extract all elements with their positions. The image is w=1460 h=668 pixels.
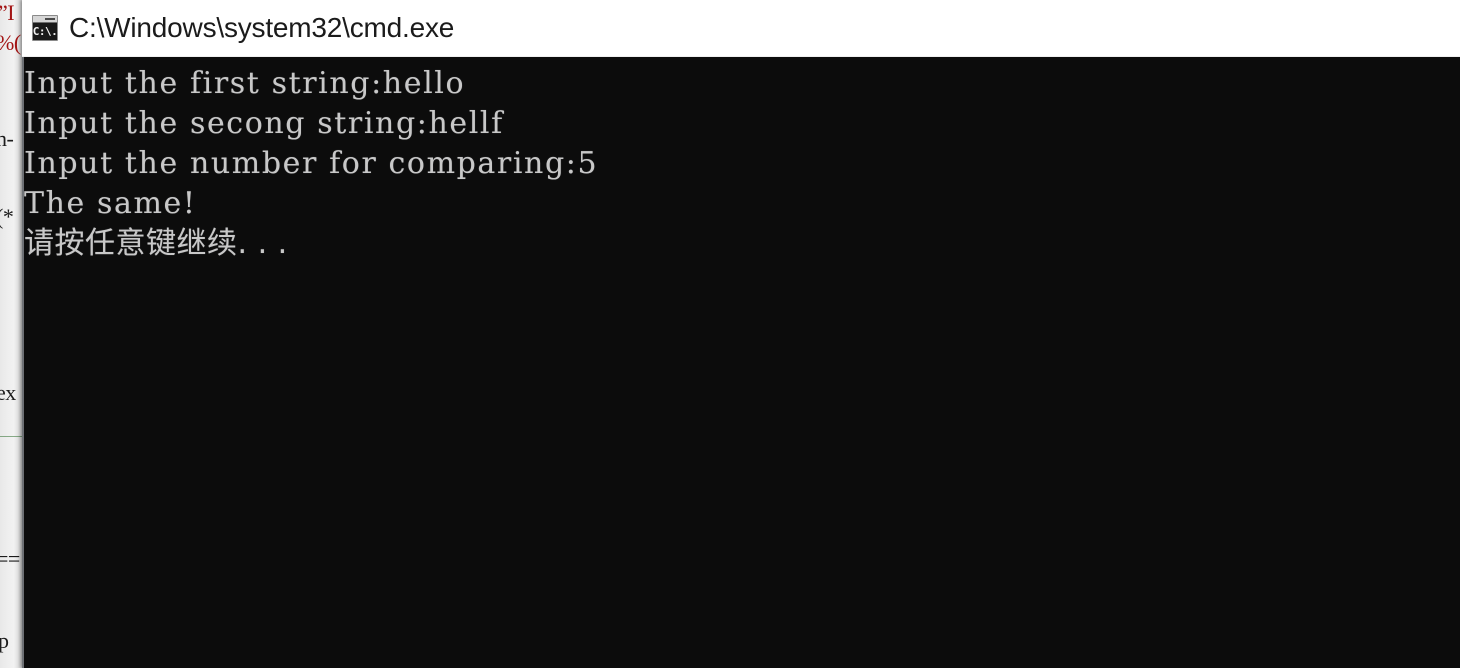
icon-caption-bar — [33, 16, 57, 23]
console-output-area[interactable]: Input the first string:hello Input the s… — [22, 57, 1460, 668]
console-line: Input the secong string:hellf — [24, 106, 504, 141]
console-line: The same! — [24, 186, 197, 221]
window-title: C:\Windows\system32\cmd.exe — [69, 12, 455, 43]
icon-prompt-glyph: C:\. — [32, 25, 58, 38]
background-code-editor[interactable]: ”I %( n- (* ex == p — [0, 0, 22, 668]
cmd-console-icon: C:\. — [32, 15, 58, 41]
console-line: Input the number for comparing:5 — [24, 146, 599, 181]
console-line-press-any-key: 请按任意键继续. . . — [24, 226, 288, 261]
code-fragment: (* — [0, 204, 14, 229]
code-fragment: ex — [0, 380, 16, 405]
code-fragment: ”I — [0, 0, 15, 25]
screen-root: ”I %( n- (* ex == p C:\. C:\Windows\syst… — [0, 0, 1460, 668]
code-fragment: %( — [0, 30, 21, 55]
code-fragment: p — [0, 628, 9, 653]
cmd-title-bar[interactable]: C:\. C:\Windows\system32\cmd.exe — [22, 0, 1460, 57]
code-comment-rule — [0, 436, 22, 437]
code-fragment: == — [0, 546, 20, 571]
cmd-console-window[interactable]: C:\. C:\Windows\system32\cmd.exe Input t… — [22, 0, 1460, 668]
code-fragment: n- — [0, 126, 14, 151]
console-line: Input the first string:hello — [24, 66, 466, 101]
